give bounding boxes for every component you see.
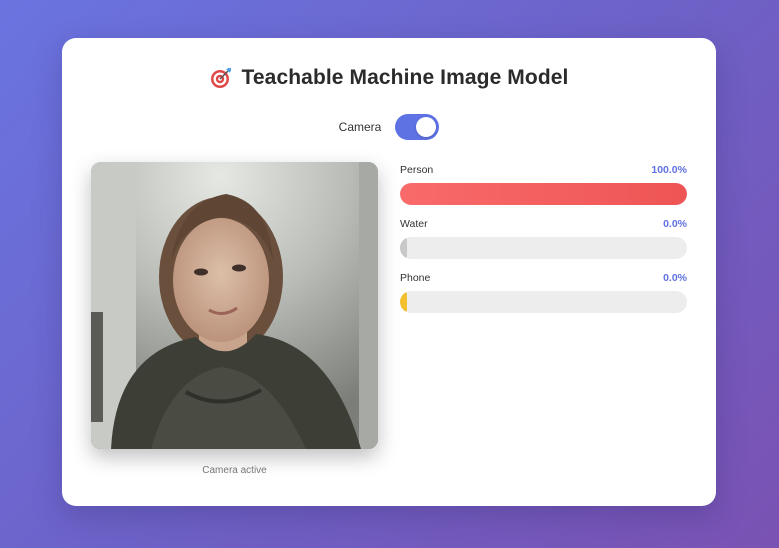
- prediction-label: Water: [400, 218, 428, 230]
- target-icon: [210, 67, 232, 89]
- prediction-phone: Phone 0.0%: [400, 271, 687, 313]
- prediction-list: Person 100.0% Water 0.0% Phone 0.0%: [400, 163, 687, 325]
- prediction-bar-track: [400, 291, 687, 313]
- webcam-feed: [91, 162, 378, 449]
- model-card: Teachable Machine Image Model Camera Cam…: [62, 38, 716, 506]
- toggle-knob: [416, 117, 437, 137]
- prediction-label: Person: [400, 164, 434, 176]
- prediction-value: 100.0%: [651, 164, 687, 176]
- header: Teachable Machine Image Model: [62, 66, 716, 98]
- prediction-bar-track: [400, 183, 687, 205]
- prediction-bar-fill: [400, 183, 687, 205]
- prediction-water: Water 0.0%: [400, 217, 687, 259]
- camera-toggle-row: Camera: [62, 114, 716, 140]
- prediction-bar-fill: [400, 291, 407, 313]
- prediction-bar-track: [400, 237, 687, 259]
- camera-toggle-label: Camera: [338, 120, 382, 134]
- prediction-value: 0.0%: [663, 272, 687, 284]
- camera-toggle-switch[interactable]: [395, 114, 440, 140]
- camera-status: Camera active: [202, 465, 267, 476]
- prediction-label: Phone: [400, 272, 431, 284]
- page-title: Teachable Machine Image Model: [241, 66, 569, 89]
- prediction-person: Person 100.0%: [400, 163, 687, 205]
- prediction-bar-fill: [400, 237, 407, 259]
- prediction-value: 0.0%: [663, 218, 687, 230]
